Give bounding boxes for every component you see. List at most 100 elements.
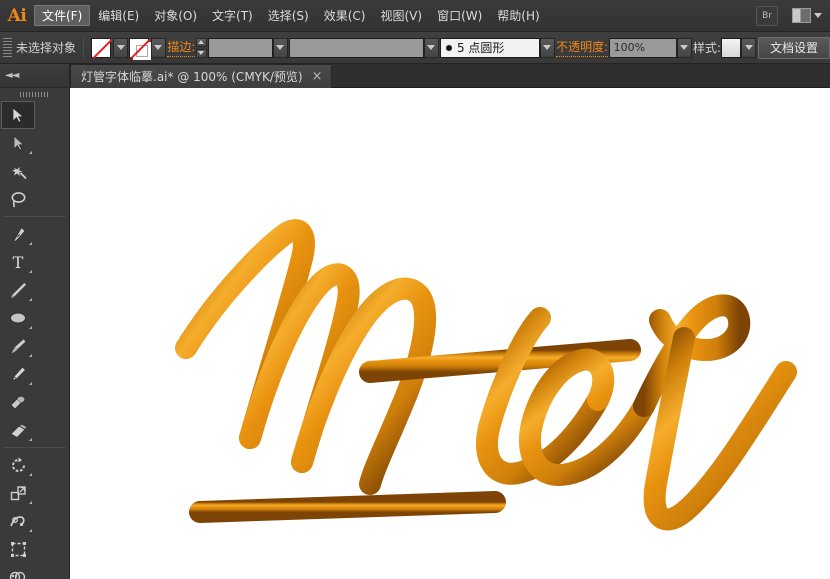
menu-file[interactable]: 文件(F) bbox=[34, 5, 90, 26]
tools-panel-grip[interactable] bbox=[0, 88, 69, 101]
arrow-outline-icon bbox=[9, 134, 27, 152]
brush-definition-field[interactable]: 5 点圆形 bbox=[440, 38, 540, 58]
menu-select[interactable]: 选择(S) bbox=[261, 5, 316, 26]
tool-group-indicator-icon bbox=[29, 529, 32, 532]
control-bar: 未选择对象 描边: 5 点圆形 bbox=[0, 32, 830, 64]
lasso-tool[interactable] bbox=[1, 185, 35, 213]
illustrator-window: Ai 文件(F)编辑(E)对象(O)文字(T)选择(S)效果(C)视图(V)窗口… bbox=[0, 0, 830, 579]
tool-panel-header: ◄◄ bbox=[0, 64, 70, 88]
lettering-artwork bbox=[70, 88, 830, 579]
launch-bridge-button[interactable]: Br bbox=[756, 6, 778, 26]
opacity-dropdown[interactable] bbox=[677, 38, 692, 58]
shape-builder-tool[interactable] bbox=[1, 563, 35, 579]
type-T-icon: T bbox=[9, 253, 27, 271]
line-segment-tool[interactable] bbox=[1, 276, 35, 304]
workspace-switcher-icon bbox=[792, 8, 811, 23]
style-label: 样式: bbox=[693, 39, 721, 56]
brush-dot-icon bbox=[446, 45, 452, 51]
pen-nib-icon bbox=[9, 225, 28, 244]
control-bar-grip[interactable] bbox=[3, 38, 12, 58]
pen-tool[interactable] bbox=[1, 220, 35, 248]
chevron-down-icon bbox=[745, 45, 753, 50]
shape-builder-icon bbox=[8, 568, 28, 579]
eraser-tool[interactable] bbox=[1, 416, 35, 444]
lasso-icon bbox=[9, 190, 28, 209]
stroke-profile-dropdown[interactable] bbox=[424, 38, 439, 58]
selection-status-label: 未选择对象 bbox=[16, 39, 76, 56]
pencil-tool[interactable] bbox=[1, 360, 35, 388]
menu-window[interactable]: 窗口(W) bbox=[430, 5, 489, 26]
stepper-down-icon[interactable] bbox=[196, 49, 207, 58]
selection-tool[interactable] bbox=[1, 101, 35, 129]
ellipse-icon bbox=[8, 309, 28, 327]
collapse-panel-icon[interactable]: ◄◄ bbox=[5, 70, 18, 81]
fill-color-swatch[interactable] bbox=[91, 38, 111, 58]
chevron-down-icon bbox=[814, 13, 822, 18]
menu-view[interactable]: 视图(V) bbox=[373, 5, 429, 26]
line-segment-icon bbox=[9, 281, 28, 300]
graphic-style-dropdown[interactable] bbox=[741, 38, 756, 58]
tool-group-indicator-icon bbox=[29, 473, 32, 476]
free-transform-tool[interactable] bbox=[1, 535, 35, 563]
width-tool[interactable] bbox=[1, 507, 35, 535]
menu-help[interactable]: 帮助(H) bbox=[490, 5, 546, 26]
magic-wand-tool[interactable] bbox=[1, 157, 35, 185]
stroke-weight-stepper[interactable] bbox=[196, 38, 207, 58]
ellipse-tool[interactable] bbox=[1, 304, 35, 332]
paintbrush-icon bbox=[9, 337, 28, 356]
opacity-panel-link[interactable]: 不透明度: bbox=[556, 38, 608, 57]
document-tab-bar: 灯管字体临摹.ai* @ 100% (CMYK/预览) × bbox=[0, 64, 830, 88]
chevron-down-icon bbox=[117, 45, 125, 50]
type-tool[interactable]: T bbox=[1, 248, 35, 276]
free-transform-icon bbox=[9, 540, 28, 559]
stepper-up-icon[interactable] bbox=[196, 38, 207, 47]
close-icon[interactable]: × bbox=[312, 70, 323, 83]
tool-group-indicator-icon bbox=[29, 151, 32, 154]
tool-group-indicator-icon bbox=[29, 354, 32, 357]
tools-panel: T bbox=[0, 88, 70, 579]
chevron-down-icon bbox=[680, 45, 688, 50]
document-setup-button[interactable]: 文档设置 bbox=[758, 37, 830, 59]
brush-definition-dropdown[interactable] bbox=[540, 38, 555, 58]
menu-edit[interactable]: 编辑(E) bbox=[91, 5, 146, 26]
paintbrush-tool[interactable] bbox=[1, 332, 35, 360]
menu-bar: Ai 文件(F)编辑(E)对象(O)文字(T)选择(S)效果(C)视图(V)窗口… bbox=[0, 0, 830, 32]
rotate-tool[interactable] bbox=[1, 451, 35, 479]
menu-effect[interactable]: 效果(C) bbox=[317, 5, 373, 26]
width-warp-icon bbox=[8, 512, 28, 531]
tool-group-indicator-icon bbox=[29, 298, 32, 301]
blob-brush-tool[interactable] bbox=[1, 388, 35, 416]
menu-bar-right-tools: Br bbox=[756, 6, 830, 26]
tool-group-indicator-icon bbox=[29, 242, 32, 245]
divider bbox=[83, 37, 84, 59]
eraser-icon bbox=[8, 421, 28, 440]
menu-object[interactable]: 对象(O) bbox=[147, 5, 204, 26]
graphic-style-swatch[interactable] bbox=[721, 38, 741, 58]
workspace-switcher-button[interactable] bbox=[792, 8, 822, 23]
chevron-down-icon bbox=[276, 45, 284, 50]
stroke-weight-dropdown[interactable] bbox=[273, 38, 288, 58]
stroke-weight-field[interactable] bbox=[208, 38, 273, 58]
document-tab[interactable]: 灯管字体临摹.ai* @ 100% (CMYK/预览) × bbox=[70, 64, 332, 88]
tool-group-indicator-icon bbox=[29, 382, 32, 385]
tool-group-indicator-icon bbox=[29, 501, 32, 504]
tool-group-indicator-icon bbox=[29, 270, 32, 273]
fill-color-dropdown[interactable] bbox=[113, 38, 128, 58]
stroke-profile-field[interactable] bbox=[289, 38, 424, 58]
tool-group-divider bbox=[3, 447, 66, 448]
chevron-down-icon bbox=[543, 45, 551, 50]
tool-group-divider bbox=[3, 216, 66, 217]
artboard-canvas[interactable] bbox=[70, 88, 830, 579]
direct-selection-tool[interactable] bbox=[1, 129, 35, 157]
stroke-color-dropdown[interactable] bbox=[151, 38, 166, 58]
menu-type[interactable]: 文字(T) bbox=[205, 5, 260, 26]
stroke-panel-link[interactable]: 描边: bbox=[167, 38, 195, 57]
stroke-color-swatch[interactable] bbox=[129, 38, 149, 58]
arrow-solid-icon bbox=[9, 106, 27, 124]
magic-wand-icon bbox=[9, 162, 28, 181]
opacity-value-field[interactable]: 100% bbox=[609, 38, 677, 58]
scale-tool[interactable] bbox=[1, 479, 35, 507]
scale-icon bbox=[9, 484, 28, 503]
app-logo-icon: Ai bbox=[0, 0, 34, 32]
blob-brush-icon bbox=[8, 393, 28, 412]
